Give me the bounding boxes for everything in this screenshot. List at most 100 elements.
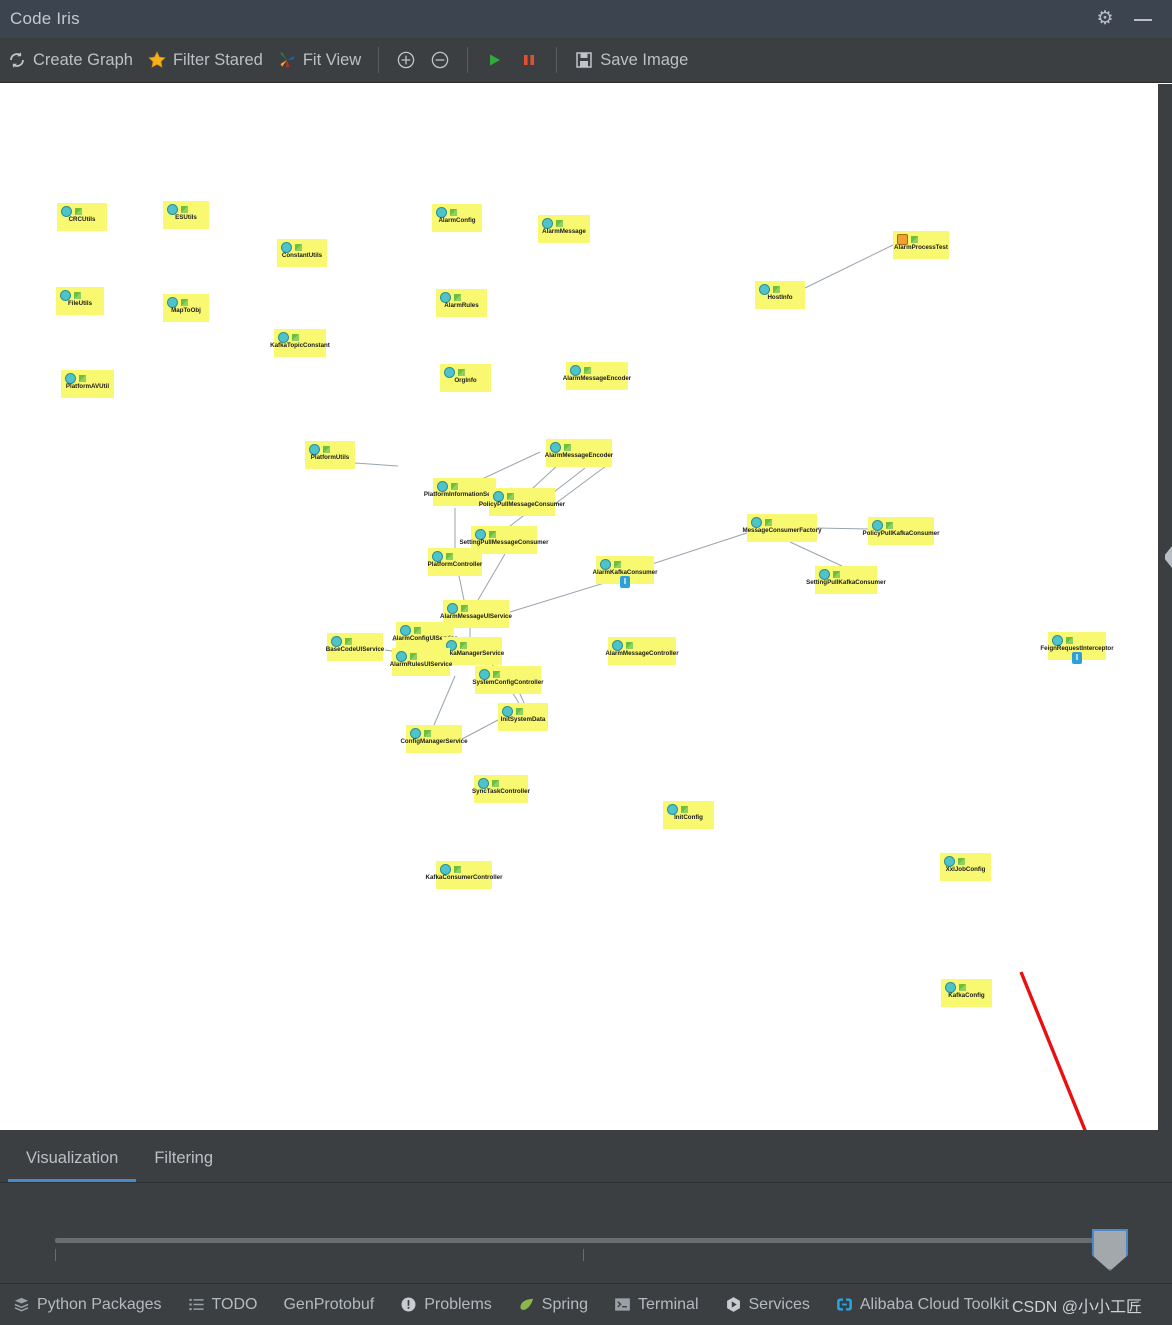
node-label: MapToObj xyxy=(171,307,201,314)
graph-node[interactable]: MapToObj xyxy=(163,294,209,322)
status-python-packages[interactable]: Python Packages xyxy=(0,1296,175,1314)
refresh-icon xyxy=(10,52,24,68)
slider-track[interactable] xyxy=(55,1238,1115,1243)
graph-node[interactable]: PlatformAVUtil xyxy=(61,370,114,398)
graph-node[interactable]: AlarmRulesUIService xyxy=(390,648,452,676)
module-icon xyxy=(424,730,431,737)
module-icon xyxy=(626,642,633,649)
graph-node[interactable]: AlarmMessageController xyxy=(605,637,679,665)
module-icon xyxy=(1066,637,1073,644)
graph-node[interactable]: HostInfo xyxy=(755,281,805,309)
status-terminal[interactable]: Terminal xyxy=(601,1296,711,1314)
graph-node[interactable]: AlarmRules xyxy=(436,289,487,317)
graph-node[interactable]: SyncTaskController xyxy=(472,775,530,803)
create-graph-button[interactable]: Create Graph xyxy=(0,38,140,82)
status-genprotobuf[interactable]: GenProtobuf xyxy=(270,1296,387,1314)
graph-node[interactable]: FeignRequestInterceptor I xyxy=(1040,632,1114,664)
status-problems[interactable]: Problems xyxy=(387,1296,505,1314)
canvas-right-strip xyxy=(1158,84,1172,1130)
tab-filtering[interactable]: Filtering xyxy=(136,1149,231,1182)
module-icon xyxy=(958,858,965,865)
node-label: FileUtils xyxy=(67,300,93,307)
graph-node[interactable]: AlarmMessage xyxy=(538,215,590,243)
module-icon xyxy=(460,642,467,649)
graph-toolbar: Create Graph Filter Stared Fit View Save… xyxy=(0,38,1172,83)
save-image-label: Save Image xyxy=(600,50,689,69)
gear-icon[interactable]: ⚙ xyxy=(1094,8,1116,30)
create-graph-label: Create Graph xyxy=(33,50,133,69)
filter-stared-button[interactable]: Filter Stared xyxy=(140,38,270,82)
graph-node[interactable]: MessageConsumerFactory xyxy=(742,514,822,542)
module-icon xyxy=(489,531,496,538)
graph-node[interactable]: PolicyPullKafkaConsumer xyxy=(862,517,940,545)
node-label: PolicyPullKafkaConsumer xyxy=(862,530,940,537)
graph-node[interactable]: PlatformController xyxy=(428,548,482,576)
node-label: SyncTaskController xyxy=(472,788,530,795)
node-label: ESUtils xyxy=(175,214,197,221)
play-icon xyxy=(490,54,501,66)
view-level-slider[interactable]: Module View Package View Class View xyxy=(0,1183,1172,1314)
zoom-out-button[interactable] xyxy=(423,38,457,82)
graph-node[interactable]: AlarmMessageEncoder xyxy=(544,439,614,467)
node-label: SettingPullKafkaConsumer xyxy=(806,579,886,586)
graph-node[interactable]: OrgInfo xyxy=(440,364,491,392)
save-image-button[interactable]: Save Image xyxy=(567,38,695,82)
graph-node[interactable]: SystemConfigController xyxy=(472,666,544,694)
node-label: AlarmConfig xyxy=(438,217,476,224)
status-alibaba-cloud-toolkit[interactable]: Alibaba Cloud Toolkit xyxy=(823,1296,1022,1314)
graph-node[interactable]: BaseCodeUIService xyxy=(326,633,384,661)
graph-canvas[interactable]: CRCUtils ESUtils ConstantUtils AlarmConfig A… xyxy=(0,84,1158,1130)
graph-node[interactable]: AlarmProcessTest xyxy=(893,231,949,259)
graph-node[interactable]: KafkaTopicConstant xyxy=(270,329,330,357)
module-icon xyxy=(516,708,523,715)
module-icon xyxy=(295,244,302,251)
zoom-out-icon xyxy=(431,51,449,69)
graph-edge xyxy=(433,675,456,726)
graph-node[interactable]: ConfigManagerService xyxy=(400,725,468,753)
graph-node[interactable]: ConstantUtils xyxy=(277,239,327,267)
zoom-in-icon xyxy=(397,51,415,69)
graph-node[interactable]: KafkaConfig xyxy=(941,979,992,1007)
tab-visualization[interactable]: Visualization xyxy=(8,1149,137,1182)
play-button[interactable] xyxy=(478,38,512,82)
fit-view-button[interactable]: Fit View xyxy=(270,38,368,82)
tab-filtering-label: Filtering xyxy=(154,1149,214,1167)
zoom-in-button[interactable] xyxy=(389,38,423,82)
status-spring[interactable]: Spring xyxy=(505,1296,601,1314)
node-label: ConstantUtils xyxy=(281,252,323,259)
graph-edge xyxy=(354,462,399,467)
node-label: OrgInfo xyxy=(454,377,477,384)
module-icon xyxy=(450,209,457,216)
node-label: PolicyPullMessageConsumer xyxy=(478,501,566,508)
minimize-icon[interactable] xyxy=(1134,8,1156,30)
status-problems-label: Problems xyxy=(424,1295,492,1313)
module-icon xyxy=(323,446,330,453)
pause-icon xyxy=(524,55,535,65)
graph-node[interactable]: AlarmConfig xyxy=(432,204,482,232)
node-label: PlatformAVUtil xyxy=(65,383,110,390)
node-label: AlarmMessageEncoder xyxy=(544,452,614,459)
graph-node[interactable]: CRCUtils xyxy=(57,203,107,231)
status-services[interactable]: Services xyxy=(712,1296,823,1314)
node-label: MessageConsumerFactory xyxy=(742,527,822,534)
graph-node[interactable]: PolicyPullMessageConsumer xyxy=(479,488,565,516)
graph-node[interactable]: InitConfig xyxy=(663,801,714,829)
status-todo[interactable]: TODO xyxy=(175,1296,271,1314)
module-icon xyxy=(556,220,563,227)
module-icon xyxy=(493,671,500,678)
graph-node[interactable]: AlarmMessageEncoder xyxy=(563,362,631,390)
graph-node[interactable]: SettingPullKafkaConsumer xyxy=(806,566,886,594)
slider-thumb[interactable] xyxy=(1092,1229,1128,1271)
graph-node[interactable]: InitSystemData xyxy=(498,703,548,731)
graph-node[interactable]: AlarmKafkaConsumer I xyxy=(593,556,658,588)
graph-edge xyxy=(461,719,499,740)
graph-edge xyxy=(789,541,843,567)
graph-node[interactable]: KafkaConsumerController xyxy=(425,861,503,889)
graph-node[interactable]: XxlJobConfig xyxy=(940,853,991,881)
pause-button[interactable] xyxy=(512,38,546,82)
module-icon xyxy=(584,367,591,374)
graph-node[interactable]: FileUtils xyxy=(56,287,104,315)
module-icon xyxy=(765,519,772,526)
graph-node[interactable]: PlatformUtils xyxy=(305,441,355,469)
graph-node[interactable]: ESUtils xyxy=(163,201,209,229)
